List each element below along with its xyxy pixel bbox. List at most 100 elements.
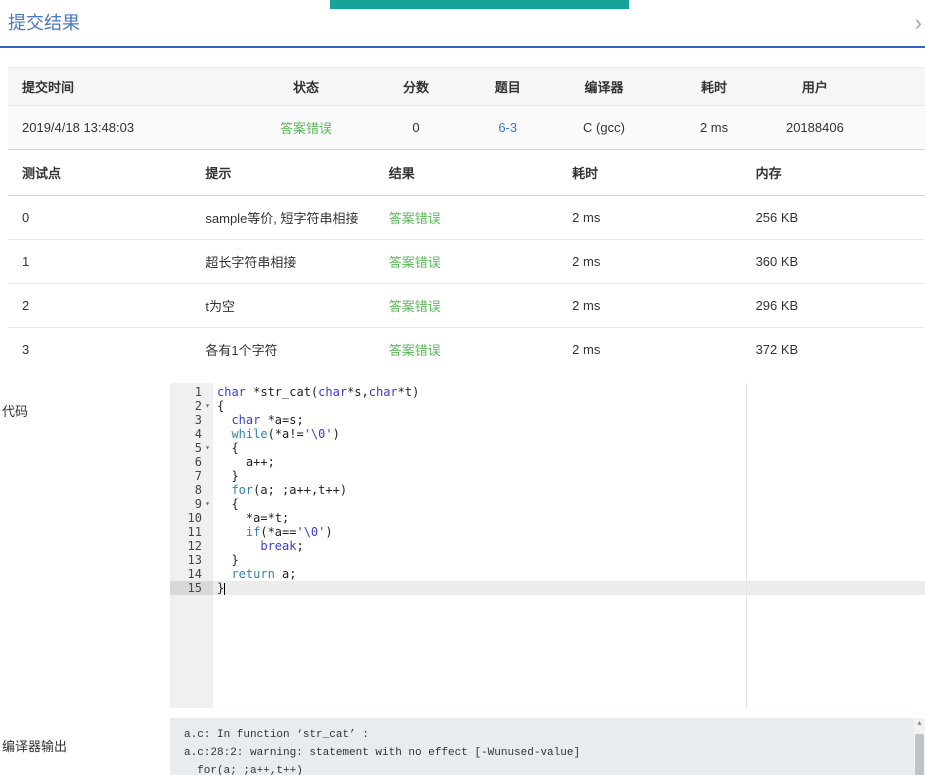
- code-token: *t): [398, 385, 420, 399]
- testcase-row: 3各有1个字符答案错误2 ms372 KB: [8, 328, 925, 371]
- code-token: {: [217, 441, 239, 455]
- code-token: (a; ;a++,t++): [253, 483, 347, 497]
- code-token: [217, 427, 231, 441]
- testcase-id: 0: [8, 210, 191, 225]
- scrollbar-thumb[interactable]: [915, 734, 924, 775]
- code-line: }: [213, 581, 925, 595]
- scrollbar[interactable]: ▲: [914, 718, 925, 775]
- submission-col-header: 分数: [366, 77, 467, 96]
- code-token: while: [231, 427, 267, 441]
- testcase-hint: t为空: [191, 296, 374, 315]
- compiler-output-box: a.c: In function ‘str_cat’ :a.c:28:2: wa…: [170, 718, 925, 775]
- gutter-line-number: 13: [170, 553, 213, 567]
- testcase-col-header: 内存: [742, 163, 925, 182]
- line-number: 10: [188, 511, 202, 525]
- code-token: *a=*t;: [217, 511, 289, 525]
- testcase-col-header: 耗时: [558, 163, 741, 182]
- testcase-id: 3: [8, 342, 191, 357]
- testcase-elapsed: 2 ms: [558, 254, 741, 269]
- testcase-id: 2: [8, 298, 191, 313]
- fold-arrow-icon[interactable]: ▾: [202, 497, 213, 511]
- code-line: }: [213, 553, 925, 567]
- submission-status: 答案错误: [246, 118, 365, 137]
- code-line: for(a; ;a++,t++): [213, 483, 925, 497]
- text-cursor: [224, 583, 225, 595]
- code-line: *a=*t;: [213, 511, 925, 525]
- result-tables: 提交时间状态分数题目编译器耗时用户 2019/4/18 13:48:03答案错误…: [8, 67, 925, 371]
- code-token: '\0': [296, 525, 325, 539]
- gutter-line-number: 5▾: [170, 441, 213, 455]
- line-number: 11: [188, 525, 202, 539]
- submission-time: 2019/4/18 13:48:03: [8, 120, 246, 135]
- code-line: {: [213, 441, 925, 455]
- submission-problem[interactable]: 6-3: [466, 120, 549, 135]
- testcase-row: 0sample等价, 短字符串相接答案错误2 ms256 KB: [8, 196, 925, 240]
- editor-gutter: 12▾345▾6789▾101112131415: [170, 383, 213, 708]
- code-token: }: [217, 553, 239, 567]
- collapse-chevron-icon[interactable]: ›: [915, 10, 922, 36]
- testcase-col-header: 提示: [191, 163, 374, 182]
- testcase-id: 1: [8, 254, 191, 269]
- testcase-hint: 各有1个字符: [191, 340, 374, 359]
- gutter-line-number: 6: [170, 455, 213, 469]
- gutter-line-number: 4: [170, 427, 213, 441]
- fold-arrow-icon[interactable]: ▾: [202, 441, 213, 455]
- editor-code-pane[interactable]: char *str_cat(char*s,char*t){ char *a=s;…: [213, 383, 925, 708]
- compiler-output-text: a.c: In function ‘str_cat’ :a.c:28:2: wa…: [170, 718, 925, 775]
- code-token: *s,: [347, 385, 369, 399]
- scrollbar-up-arrow-icon[interactable]: ▲: [914, 720, 925, 728]
- testcase-memory: 372 KB: [742, 342, 925, 357]
- code-token: [217, 413, 231, 427]
- testcase-hint: sample等价, 短字符串相接: [191, 208, 374, 227]
- code-token: if: [246, 525, 260, 539]
- line-number: 13: [188, 553, 202, 567]
- line-number: 6: [195, 455, 202, 469]
- compiler-output-label: 编译器输出: [2, 736, 67, 755]
- testcase-elapsed: 2 ms: [558, 298, 741, 313]
- testcase-result: 答案错误: [375, 296, 558, 315]
- code-line: while(*a!='\0'): [213, 427, 925, 441]
- progress-bar: [330, 0, 629, 9]
- code-editor[interactable]: 12▾345▾6789▾101112131415 char *str_cat(c…: [170, 383, 925, 708]
- code-token: ): [325, 525, 332, 539]
- code-line: {: [213, 399, 925, 413]
- gutter-line-number: 10: [170, 511, 213, 525]
- code-token: for: [231, 483, 253, 497]
- gutter-line-number: 11: [170, 525, 213, 539]
- testcase-result: 答案错误: [375, 208, 558, 227]
- testcase-memory: 360 KB: [742, 254, 925, 269]
- gutter-line-number: 7: [170, 469, 213, 483]
- submission-col-header: 编译器: [549, 77, 659, 96]
- code-token: [217, 525, 246, 539]
- code-section-label: 代码: [2, 401, 28, 420]
- code-token: }: [217, 469, 239, 483]
- code-line: char *str_cat(char*s,char*t): [213, 385, 925, 399]
- submission-elapsed: 2 ms: [659, 120, 769, 135]
- testcase-result: 答案错误: [375, 340, 558, 359]
- code-token: {: [217, 497, 239, 511]
- line-number: 12: [188, 539, 202, 553]
- testcase-hint: 超长字符串相接: [191, 252, 374, 271]
- line-number: 15: [188, 581, 202, 595]
- print-margin-line: [746, 383, 747, 708]
- submission-user: 20188406: [769, 120, 861, 135]
- panel-header: 提交结果 ›: [8, 10, 925, 40]
- gutter-line-number: 3: [170, 413, 213, 427]
- line-number: 7: [195, 469, 202, 483]
- fold-arrow-icon[interactable]: ▾: [202, 399, 213, 413]
- code-line: break;: [213, 539, 925, 553]
- submission-score: 0: [366, 120, 467, 135]
- testcase-row: 1超长字符串相接答案错误2 ms360 KB: [8, 240, 925, 284]
- line-number: 2: [195, 399, 202, 413]
- code-token: *a=s;: [260, 413, 303, 427]
- code-line: a++;: [213, 455, 925, 469]
- code-token: [217, 483, 231, 497]
- code-token: ): [333, 427, 340, 441]
- code-token: ;: [296, 539, 303, 553]
- gutter-line-number: 15: [170, 581, 213, 595]
- testcase-col-header: 结果: [375, 163, 558, 182]
- submission-col-header: 耗时: [659, 77, 769, 96]
- code-token: {: [217, 399, 224, 413]
- code-token: char: [318, 385, 347, 399]
- gutter-line-number: 1: [170, 385, 213, 399]
